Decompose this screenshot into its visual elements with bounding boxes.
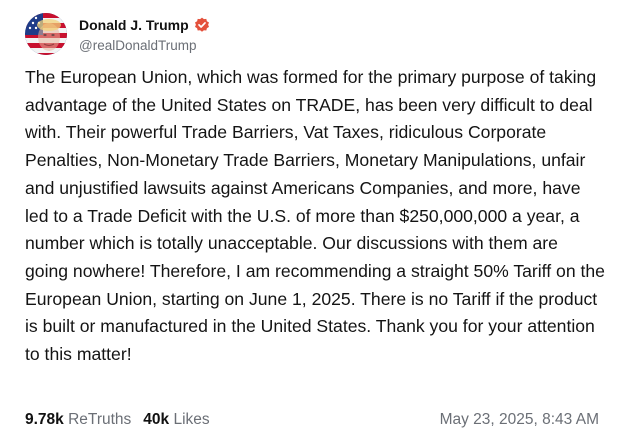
avatar-image <box>25 13 67 55</box>
retruths-stat[interactable]: 9.78k ReTruths <box>25 411 131 429</box>
likes-label: Likes <box>173 411 210 428</box>
post-card: Donald J. Trump @realDonaldTrump The Eur… <box>0 0 624 446</box>
post-timestamp[interactable]: May 23, 2025, 8:43 AM <box>440 411 599 429</box>
post-text: The European Union, which was formed for… <box>25 67 605 365</box>
author-identity: Donald J. Trump @realDonaldTrump <box>79 15 210 53</box>
likes-stat[interactable]: 40k Likes <box>143 411 209 429</box>
post-header: Donald J. Trump @realDonaldTrump <box>25 13 210 55</box>
retruths-count: 9.78k <box>25 411 64 428</box>
likes-count: 40k <box>143 411 170 428</box>
post-footer: 9.78k ReTruths 40k Likes May 23, 2025, 8… <box>25 409 599 431</box>
verified-badge-icon <box>194 17 210 33</box>
retruths-label: ReTruths <box>68 411 132 428</box>
name-row: Donald J. Trump <box>79 15 210 35</box>
display-name[interactable]: Donald J. Trump <box>79 18 189 32</box>
handle[interactable]: @realDonaldTrump <box>79 39 210 53</box>
avatar[interactable] <box>25 13 67 55</box>
